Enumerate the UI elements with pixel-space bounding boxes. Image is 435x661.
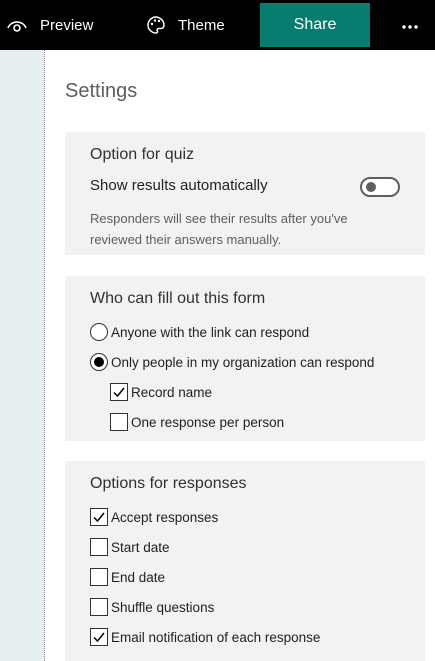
accept-responses-checkbox[interactable]: Accept responses xyxy=(90,507,218,527)
checkbox-unchecked xyxy=(90,538,108,556)
top-bar: Preview Theme Share xyxy=(0,0,435,50)
radio-anyone-with-link[interactable]: Anyone with the link can respond xyxy=(90,322,309,342)
more-options-button[interactable] xyxy=(394,0,426,50)
eye-icon xyxy=(6,17,28,33)
radio-label: Anyone with the link can respond xyxy=(111,324,310,340)
settings-title: Settings xyxy=(65,80,138,102)
who-section-title: Who can fill out this form xyxy=(90,290,266,307)
radio-label: Only people in my organization can respo… xyxy=(111,354,375,370)
form-canvas-edge xyxy=(0,50,44,661)
checkbox-unchecked xyxy=(90,568,108,586)
email-notification-checkbox[interactable]: Email notification of each response xyxy=(90,627,320,647)
checkbox-checked xyxy=(110,383,128,401)
one-response-checkbox[interactable]: One response per person xyxy=(110,412,284,432)
checkbox-unchecked xyxy=(90,598,108,616)
checkbox-label: End date xyxy=(111,569,166,585)
ellipsis-icon xyxy=(402,16,418,34)
responses-section-title: Options for responses xyxy=(90,475,247,492)
who-can-fill-card: Who can fill out this form Anyone with t… xyxy=(65,276,425,441)
radio-only-organization[interactable]: Only people in my organization can respo… xyxy=(90,352,374,372)
theme-label: Theme xyxy=(178,16,225,34)
share-button[interactable]: Share xyxy=(260,3,370,47)
checkmark-icon xyxy=(93,512,105,523)
preview-label: Preview xyxy=(40,16,94,34)
checkbox-checked xyxy=(90,628,108,646)
show-results-description: Responders will see their results after … xyxy=(90,211,348,247)
palette-icon xyxy=(146,15,166,35)
checkbox-label: Accept responses xyxy=(111,509,219,525)
checkmark-icon xyxy=(113,387,125,398)
end-date-checkbox[interactable]: End date xyxy=(90,567,165,587)
checkbox-label: One response per person xyxy=(131,414,285,430)
theme-button[interactable]: Theme xyxy=(146,0,225,50)
show-results-label: Show results automatically xyxy=(90,177,268,194)
toggle-knob xyxy=(366,182,376,192)
checkmark-icon xyxy=(93,632,105,643)
show-results-toggle[interactable] xyxy=(360,177,400,197)
response-options-card: Options for responses Accept responses S… xyxy=(65,461,425,661)
checkbox-unchecked xyxy=(110,413,128,431)
radio-button-selected xyxy=(90,353,108,371)
checkbox-checked xyxy=(90,508,108,526)
quiz-section-title: Option for quiz xyxy=(90,146,195,163)
record-name-checkbox[interactable]: Record name xyxy=(110,382,212,402)
checkbox-label: Start date xyxy=(111,539,170,555)
checkbox-label: Email notification of each response xyxy=(111,629,321,645)
preview-button[interactable]: Preview xyxy=(6,0,93,50)
shuffle-questions-checkbox[interactable]: Shuffle questions xyxy=(90,597,214,617)
show-results-row: Show results automatically xyxy=(90,177,400,197)
checkbox-label: Record name xyxy=(131,384,213,400)
radio-button xyxy=(90,323,108,341)
quiz-options-card: Option for quiz Show results automatical… xyxy=(65,132,425,255)
start-date-checkbox[interactable]: Start date xyxy=(90,537,170,557)
checkbox-label: Shuffle questions xyxy=(111,599,215,615)
